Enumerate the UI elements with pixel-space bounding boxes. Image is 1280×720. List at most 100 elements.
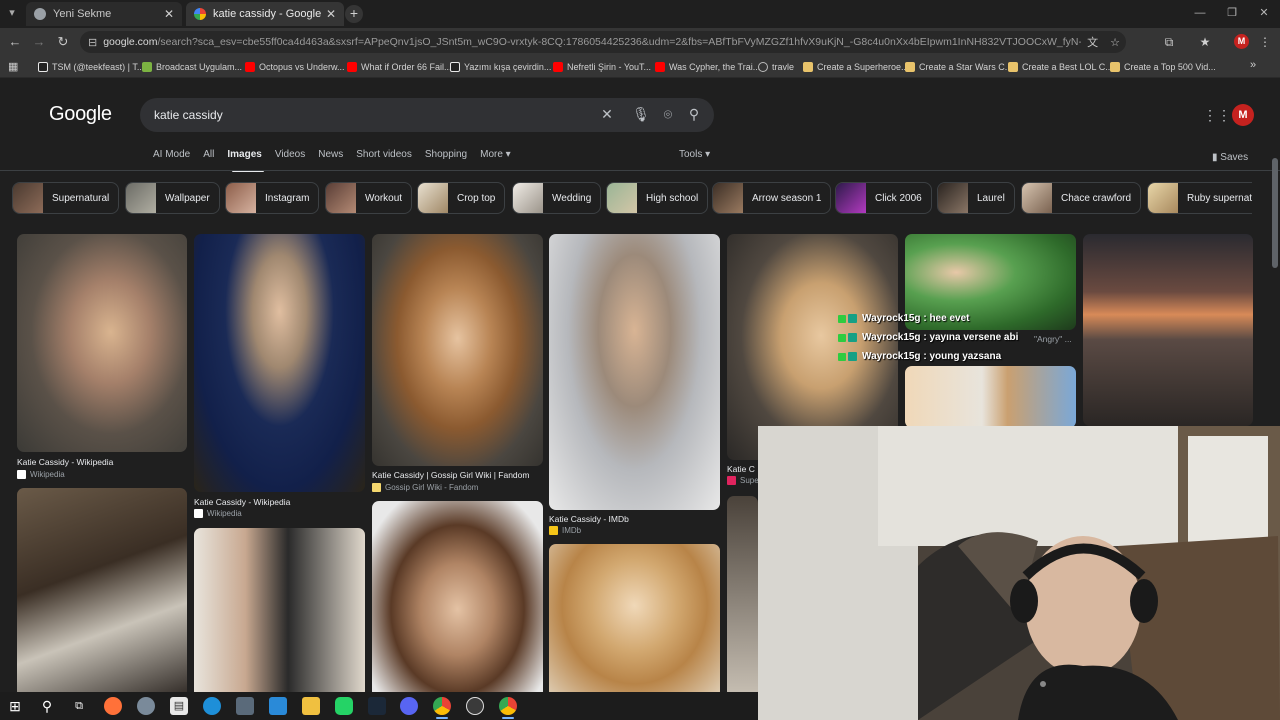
steam-icon[interactable] — [368, 697, 386, 715]
close-window-icon[interactable]: ✕ — [1248, 0, 1280, 28]
back-icon[interactable]: ← — [6, 33, 24, 51]
image-result-thumbnail[interactable] — [17, 488, 187, 692]
bookmark-item[interactable]: Create a Best LOL C... — [1008, 60, 1113, 74]
image-result-thumbnail[interactable] — [372, 234, 543, 466]
chip[interactable]: Wedding — [512, 182, 602, 214]
bookmark-item[interactable]: travle — [758, 60, 794, 74]
task-view-icon[interactable]: ⧉ — [70, 697, 88, 715]
image-result-caption[interactable]: Katie Cassidy - Wikipedia — [17, 457, 113, 467]
chip[interactable]: Supernatural — [12, 182, 120, 214]
image-result-source[interactable]: Wikipedia — [194, 509, 242, 518]
bookmark-item[interactable]: Was Cypher, the Trai... — [655, 60, 760, 74]
chrome-icon[interactable] — [499, 697, 517, 719]
reload-icon[interactable]: ↻ — [54, 33, 72, 51]
tab-shopping[interactable]: Shopping — [425, 149, 467, 167]
image-result-thumbnail[interactable] — [194, 528, 365, 692]
bookmark-item[interactable]: Create a Star Wars C... — [905, 60, 1012, 74]
site-info-icon[interactable]: ⊟ — [88, 36, 97, 49]
bookmarks-panel-icon[interactable]: ★ — [1196, 33, 1214, 51]
bookmark-star-icon[interactable]: ☆ — [1110, 36, 1120, 49]
search-input[interactable]: katie cassidy — [154, 108, 223, 122]
image-result-source[interactable]: IMDb — [549, 526, 581, 535]
tab-ai-mode[interactable]: AI Mode — [153, 149, 190, 167]
profile-avatar-small[interactable]: M — [1234, 34, 1249, 49]
close-icon[interactable]: ✕ — [326, 7, 336, 21]
image-result-caption[interactable]: Katie Cassidy - IMDb — [549, 514, 629, 524]
search-icon[interactable]: ⚲ — [38, 697, 56, 715]
edge-icon[interactable] — [203, 697, 221, 715]
app-icon[interactable] — [269, 697, 287, 715]
tab-images[interactable]: Images — [227, 149, 261, 167]
menu-kebab-icon[interactable]: ⋮ — [1256, 33, 1274, 51]
image-result-thumbnail[interactable] — [17, 234, 187, 452]
chip[interactable]: Laurel — [937, 182, 1015, 214]
file-explorer-icon[interactable] — [302, 697, 320, 715]
tools-button[interactable]: Tools ▾ — [679, 149, 710, 160]
app-icon[interactable] — [236, 697, 254, 715]
tab-news[interactable]: News — [318, 149, 343, 167]
image-result-thumbnail[interactable] — [194, 234, 365, 492]
discord-icon[interactable] — [400, 697, 418, 715]
bookmark-item[interactable]: Broadcast Uygulam... — [142, 60, 242, 74]
chip[interactable]: Ruby supernatural — [1147, 182, 1252, 214]
saves-button[interactable]: ▮ Saves — [1212, 152, 1248, 163]
bookmark-item[interactable]: Create a Superheroe... — [803, 60, 909, 74]
image-result-source[interactable]: Gossip Girl Wiki - Fandom — [372, 483, 478, 492]
image-result-caption[interactable]: Katie Cassidy - Wikipedia — [194, 497, 290, 507]
restore-icon[interactable]: ❐ — [1216, 0, 1248, 28]
tab-google-search[interactable]: katie cassidy - Google Search ✕ — [186, 2, 344, 26]
chip[interactable]: Arrow season 1 — [712, 182, 832, 214]
chip[interactable]: Chace crawford — [1021, 182, 1142, 214]
tab-short-videos[interactable]: Short videos — [356, 149, 412, 167]
image-result-thumbnail[interactable] — [372, 501, 543, 692]
tab-more[interactable]: More ▾ — [480, 149, 511, 167]
tab-videos[interactable]: Videos — [275, 149, 305, 167]
chip[interactable]: Wallpaper — [125, 182, 220, 214]
lens-icon[interactable]: ⌾ — [659, 106, 677, 123]
chip[interactable]: Click 2006 — [835, 182, 932, 214]
address-bar[interactable]: ⊟ google.com/search?sca_esv=cbe55ff0ca4d… — [80, 31, 1126, 53]
whatsapp-icon[interactable] — [335, 697, 353, 715]
image-result-thumbnail[interactable] — [1083, 234, 1253, 426]
image-result-caption[interactable]: Katie Cassidy | Gossip Girl Wiki | Fando… — [372, 470, 529, 480]
apps-icon[interactable]: ▦ — [8, 60, 18, 73]
store-icon[interactable]: ▤ — [170, 697, 188, 715]
chevron-right-icon[interactable]: » — [1250, 59, 1256, 71]
bookmark-item[interactable]: What if Order 66 Fail... — [347, 60, 452, 74]
chip[interactable]: Crop top — [417, 182, 506, 214]
avatar[interactable]: M — [1232, 104, 1254, 126]
forward-icon[interactable]: → — [30, 33, 48, 51]
image-result-thumbnail[interactable] — [549, 544, 720, 692]
chip[interactable]: Workout — [325, 182, 413, 214]
tab-all[interactable]: All — [203, 149, 214, 167]
microphone-icon[interactable]: 🎙 — [632, 106, 650, 123]
firefox-icon[interactable] — [104, 697, 122, 715]
tab-search-icon[interactable]: ▾ — [4, 6, 20, 22]
chip[interactable]: High school — [606, 182, 709, 214]
image-result-thumbnail[interactable] — [727, 496, 758, 692]
translate-icon[interactable]: 文 — [1087, 34, 1098, 50]
image-result-thumbnail[interactable] — [905, 366, 1076, 428]
bookmark-item[interactable]: Yazımı kışa çevirdin... — [450, 60, 551, 74]
chip[interactable]: Instagram — [225, 182, 320, 214]
chrome-icon[interactable] — [433, 697, 451, 719]
page-scrollbar[interactable] — [1272, 158, 1278, 268]
bookmark-item[interactable]: TSM (@teekfeast) | T... — [38, 60, 144, 74]
search-icon[interactable]: ⚲ — [685, 106, 703, 123]
image-result-caption[interactable]: Katie C — [727, 464, 755, 474]
google-logo[interactable]: Google — [49, 103, 112, 126]
extensions-icon[interactable]: ⧉ — [1160, 33, 1178, 51]
bookmark-item[interactable]: Octopus vs Underw... — [245, 60, 345, 74]
clear-icon[interactable]: ✕ — [598, 106, 616, 123]
bookmark-item[interactable]: Nefretli Şirin - YouT... — [553, 60, 651, 74]
new-tab-button[interactable]: + — [345, 5, 363, 23]
bookmark-item[interactable]: Create a Top 500 Vid... — [1110, 60, 1216, 74]
app-icon[interactable] — [137, 697, 155, 715]
image-result-caption[interactable]: "Angry" ... — [1034, 334, 1072, 344]
windows-start-icon[interactable]: ⊞ — [6, 697, 24, 715]
minimize-icon[interactable]: — — [1184, 0, 1216, 28]
obs-icon[interactable] — [466, 697, 484, 715]
image-result-source[interactable]: Wikipedia — [17, 470, 65, 479]
tab-new-tab[interactable]: Yeni Sekme ✕ — [26, 2, 182, 26]
image-result-thumbnail[interactable] — [549, 234, 720, 510]
